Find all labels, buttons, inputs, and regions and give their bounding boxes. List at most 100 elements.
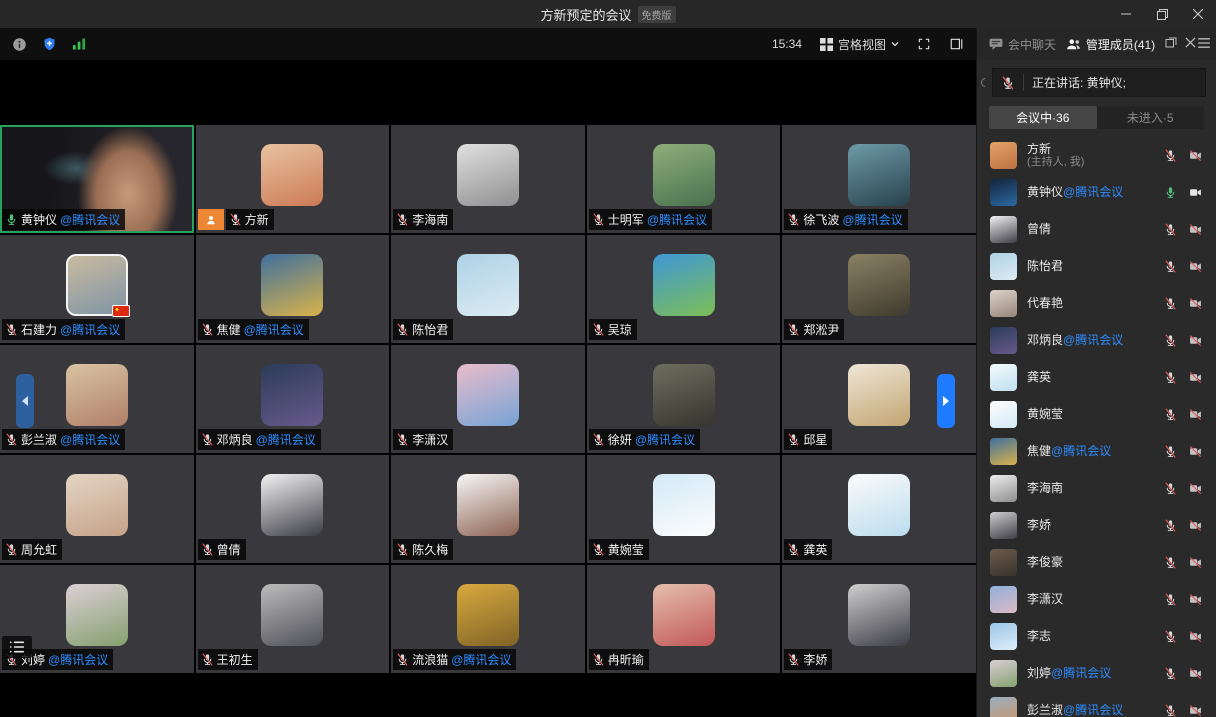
video-tile[interactable]: 黄钟仪@腾讯会议 <box>0 125 194 233</box>
tab-chat[interactable]: 会中聊天 <box>985 36 1060 53</box>
member-row[interactable]: 代春艳 <box>977 285 1216 322</box>
mic-muted-icon[interactable] <box>1164 593 1177 606</box>
close-panel-icon[interactable] <box>1185 37 1196 51</box>
network-signal-icon[interactable] <box>72 37 87 51</box>
member-text: 黄钟仪@腾讯会议 <box>1027 185 1154 199</box>
camera-off-icon[interactable] <box>1188 149 1203 162</box>
video-tile[interactable]: 李娇 <box>782 565 976 673</box>
name-label: 徐飞波@腾讯会议 <box>784 209 907 230</box>
video-tile[interactable]: 龚英 <box>782 455 976 563</box>
camera-off-icon[interactable] <box>1188 371 1203 384</box>
member-row[interactable]: 黄婉莹 <box>977 396 1216 433</box>
camera-off-icon[interactable] <box>1188 630 1203 643</box>
mic-muted-icon[interactable] <box>1164 334 1177 347</box>
mic-on-icon[interactable] <box>1164 186 1177 199</box>
security-shield-icon[interactable] <box>42 36 57 52</box>
prev-page-button[interactable] <box>16 374 34 428</box>
mic-muted-icon[interactable] <box>1164 297 1177 310</box>
next-page-button[interactable] <box>937 374 955 428</box>
video-tile[interactable]: 郑淞尹 <box>782 235 976 343</box>
video-tile[interactable]: 徐飞波@腾讯会议 <box>782 125 976 233</box>
video-tile[interactable]: 王初生 <box>196 565 390 673</box>
video-tile[interactable]: 李潇汉 <box>391 345 585 453</box>
member-row[interactable]: 彭兰淑@腾讯会议 <box>977 692 1216 717</box>
participant-avatar <box>261 474 323 536</box>
mic-muted-icon[interactable] <box>1164 667 1177 680</box>
member-name: 李娇 <box>1027 518 1051 532</box>
member-row[interactable]: 李俊豪 <box>977 544 1216 581</box>
video-tile[interactable]: 焦健@腾讯会议 <box>196 235 390 343</box>
video-tile[interactable]: 陈怡君 <box>391 235 585 343</box>
fullscreen-icon[interactable] <box>917 37 931 51</box>
camera-off-icon[interactable] <box>1188 482 1203 495</box>
mic-muted-icon[interactable] <box>1164 445 1177 458</box>
camera-off-icon[interactable] <box>1188 445 1203 458</box>
tab-not-joined[interactable]: 未进入·5 <box>1097 106 1205 129</box>
side-panel-toggle-icon[interactable] <box>949 37 964 51</box>
meeting-time: 15:34 <box>772 37 802 51</box>
camera-off-icon[interactable] <box>1188 593 1203 606</box>
camera-off-icon[interactable] <box>1188 408 1203 421</box>
member-row[interactable]: 李海南 <box>977 470 1216 507</box>
layout-list-toggle-button[interactable] <box>2 636 32 658</box>
participant-org: @腾讯会议 <box>244 321 304 338</box>
camera-off-icon[interactable] <box>1188 556 1203 569</box>
camera-off-icon[interactable] <box>1188 667 1203 680</box>
video-tile[interactable]: 方新 <box>196 125 390 233</box>
tile-label-row: 黄婉莹 <box>589 539 649 560</box>
camera-off-icon[interactable] <box>1188 519 1203 532</box>
video-tile[interactable]: 曾倩 <box>196 455 390 563</box>
mic-muted-icon[interactable] <box>1164 482 1177 495</box>
member-row[interactable]: 邓炳良@腾讯会议 <box>977 322 1216 359</box>
member-row[interactable]: 曾倩 <box>977 211 1216 248</box>
grid-view-button[interactable]: 宫格视图 <box>820 36 899 53</box>
member-row[interactable]: 方新(主持人, 我) <box>977 137 1216 174</box>
close-button[interactable] <box>1180 0 1216 28</box>
video-tile[interactable]: 吴琼 <box>587 235 781 343</box>
list-icon <box>9 640 25 654</box>
member-row[interactable]: 陈怡君 <box>977 248 1216 285</box>
mic-muted-icon[interactable] <box>1164 408 1177 421</box>
camera-off-icon[interactable] <box>1188 297 1203 310</box>
mic-muted-icon[interactable] <box>1164 260 1177 273</box>
video-tile[interactable]: 士明军@腾讯会议 <box>587 125 781 233</box>
video-tile[interactable]: 陈久梅 <box>391 455 585 563</box>
video-tile[interactable]: 石建力@腾讯会议 <box>0 235 194 343</box>
member-row[interactable]: 李娇 <box>977 507 1216 544</box>
participant-name: 黄钟仪 <box>21 211 57 228</box>
member-row[interactable]: 刘婷@腾讯会议 <box>977 655 1216 692</box>
member-row[interactable]: 李志 <box>977 618 1216 655</box>
tab-in-meeting[interactable]: 会议中·36 <box>989 106 1097 129</box>
member-row[interactable]: 黄钟仪@腾讯会议 <box>977 174 1216 211</box>
mic-muted-icon[interactable] <box>1164 556 1177 569</box>
video-tile[interactable]: 李海南 <box>391 125 585 233</box>
video-tile[interactable]: 黄婉莹 <box>587 455 781 563</box>
popout-panel-icon[interactable] <box>1165 37 1177 51</box>
camera-off-icon[interactable] <box>1188 260 1203 273</box>
camera-off-icon[interactable] <box>1188 334 1203 347</box>
mic-muted-icon <box>229 213 242 226</box>
member-row[interactable]: 龚英 <box>977 359 1216 396</box>
mic-muted-icon[interactable] <box>1164 149 1177 162</box>
video-tile[interactable]: 流浪猫@腾讯会议 <box>391 565 585 673</box>
video-tile[interactable]: 冉昕瑜 <box>587 565 781 673</box>
member-row[interactable]: 焦健@腾讯会议 <box>977 433 1216 470</box>
mic-muted-icon[interactable] <box>1164 704 1177 717</box>
member-row[interactable]: 李潇汉 <box>977 581 1216 618</box>
camera-off-icon[interactable] <box>1188 704 1203 717</box>
minimize-button[interactable] <box>1108 0 1144 28</box>
tab-manage-members[interactable]: 管理成员(41) <box>1062 36 1159 53</box>
panel-menu-icon[interactable] <box>1198 37 1210 51</box>
camera-on-icon[interactable] <box>1188 186 1203 199</box>
tile-label-row: 徐飞波@腾讯会议 <box>784 209 907 230</box>
mic-muted-icon[interactable] <box>1164 630 1177 643</box>
video-tile[interactable]: 徐妍@腾讯会议 <box>587 345 781 453</box>
video-tile[interactable]: 邓炳良@腾讯会议 <box>196 345 390 453</box>
mic-muted-icon[interactable] <box>1164 223 1177 236</box>
camera-off-icon[interactable] <box>1188 223 1203 236</box>
meeting-info-icon[interactable] <box>12 37 27 52</box>
mic-muted-icon[interactable] <box>1164 371 1177 384</box>
mic-muted-icon[interactable] <box>1164 519 1177 532</box>
restore-button[interactable] <box>1144 0 1180 28</box>
video-tile[interactable]: 周允虹 <box>0 455 194 563</box>
